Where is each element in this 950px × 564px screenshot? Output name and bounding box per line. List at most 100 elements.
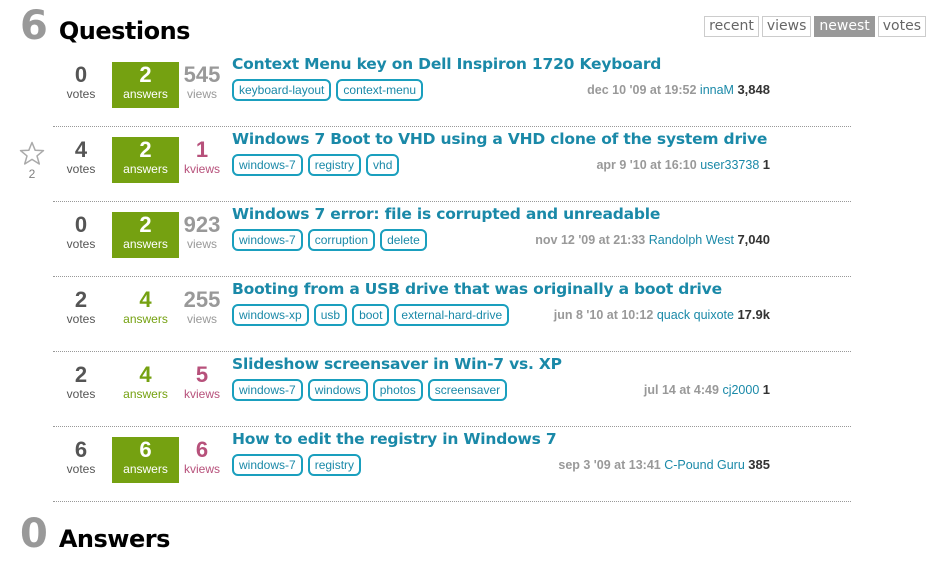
view-count: 6 kviews xyxy=(174,437,230,483)
tag[interactable]: corruption xyxy=(307,229,376,251)
question-meta: jul 14 at 4:49 cj2000 1 xyxy=(644,382,770,397)
vote-count: 0 votes xyxy=(53,212,109,258)
user-link[interactable]: innaM xyxy=(700,83,734,97)
tab-votes[interactable]: votes xyxy=(877,16,926,37)
answers-number: 6 xyxy=(139,437,152,462)
question-row: 2 votes 4 answers 5 kviews Slideshow scr… xyxy=(53,352,851,427)
answers-label: answers xyxy=(123,387,168,401)
vote-count: 0 votes xyxy=(53,62,109,108)
tag[interactable]: delete xyxy=(380,229,427,251)
answers-header: 0 Answers xyxy=(20,514,170,554)
tag[interactable]: usb xyxy=(313,304,348,326)
questions-header: 6 Questions xyxy=(20,6,190,46)
user-reputation: 1 xyxy=(762,157,770,172)
tab-recent[interactable]: recent xyxy=(704,16,759,37)
votes-number: 4 xyxy=(74,137,88,162)
tag[interactable]: keyboard-layout xyxy=(232,79,332,101)
views-label: views xyxy=(186,237,217,251)
question-title-link[interactable]: Slideshow screensaver in Win-7 vs. XP xyxy=(232,354,851,374)
user-reputation: 7,040 xyxy=(737,232,770,247)
answers-number: 2 xyxy=(139,62,152,87)
favorite-count: 2 xyxy=(28,167,36,181)
question-row: 2 votes 4 answers 255 views Booting from… xyxy=(53,277,851,352)
question-title-link[interactable]: Context Menu key on Dell Inspiron 1720 K… xyxy=(232,54,851,74)
answers-count: 0 xyxy=(20,511,48,557)
tag[interactable]: photos xyxy=(372,379,423,401)
answer-count: 6 answers xyxy=(112,437,179,483)
views-number: 1 xyxy=(195,137,209,162)
asked-time: apr 9 '10 at 16:10 xyxy=(596,158,697,172)
answer-count: 2 answers xyxy=(112,62,179,108)
user-link[interactable]: C-Pound Guru xyxy=(664,458,745,472)
tag[interactable]: context-menu xyxy=(336,79,424,101)
question-meta: dec 10 '09 at 19:52 innaM 3,848 xyxy=(587,82,770,97)
question-list: 0 votes 2 answers 545 views Context Menu… xyxy=(19,52,851,502)
tag[interactable]: vhd xyxy=(366,154,400,176)
sort-tabs: recent views newest votes xyxy=(704,16,926,37)
tag[interactable]: windows-7 xyxy=(232,229,303,251)
answers-number: 4 xyxy=(139,362,152,387)
question-row: 0 votes 2 answers 923 views Windows 7 er… xyxy=(53,202,851,277)
question-row: 6 votes 6 answers 6 kviews How to edit t… xyxy=(53,427,851,502)
tag[interactable]: windows-7 xyxy=(232,154,303,176)
vote-count: 2 votes xyxy=(53,287,109,333)
tag[interactable]: windows-7 xyxy=(232,379,303,401)
votes-label: votes xyxy=(66,462,96,476)
tag[interactable]: windows-7 xyxy=(232,454,303,476)
question-meta: sep 3 '09 at 13:41 C-Pound Guru 385 xyxy=(558,457,770,472)
tag[interactable]: external-hard-drive xyxy=(394,304,510,326)
view-count: 545 views xyxy=(174,62,230,108)
tag[interactable]: boot xyxy=(352,304,390,326)
tab-newest[interactable]: newest xyxy=(814,16,875,37)
user-link[interactable]: quack quixote xyxy=(657,308,734,322)
question-row: 0 votes 2 answers 545 views Context Menu… xyxy=(53,52,851,127)
vote-count: 6 votes xyxy=(53,437,109,483)
votes-label: votes xyxy=(66,237,96,251)
tag[interactable]: screensaver xyxy=(427,379,508,401)
user-link[interactable]: cj2000 xyxy=(722,383,759,397)
user-link[interactable]: Randolph West xyxy=(649,233,734,247)
asked-time: jul 14 at 4:49 xyxy=(643,383,719,397)
favorite[interactable]: 2 xyxy=(17,141,47,181)
question-title-link[interactable]: How to edit the registry in Windows 7 xyxy=(232,429,851,449)
views-number: 5 xyxy=(195,362,209,387)
views-label: views xyxy=(186,312,217,326)
question-meta: jun 8 '10 at 10:12 quack quixote 17.9k xyxy=(554,307,770,322)
votes-number: 0 xyxy=(74,62,88,87)
question-title-link[interactable]: Windows 7 error: file is corrupted and u… xyxy=(232,204,851,224)
answers-label: answers xyxy=(123,162,168,176)
tab-views[interactable]: views xyxy=(761,16,812,37)
views-number: 923 xyxy=(183,212,221,237)
questions-title: Questions xyxy=(58,17,191,45)
vote-count: 2 votes xyxy=(53,362,109,408)
view-count: 1 kviews xyxy=(174,137,230,183)
tag[interactable]: windows xyxy=(307,379,368,401)
user-link[interactable]: user33738 xyxy=(700,158,759,172)
question-row: 2 4 votes 2 answers 1 kviews Windows 7 B… xyxy=(19,127,851,202)
tag[interactable]: registry xyxy=(307,454,362,476)
views-label: kviews xyxy=(183,387,220,401)
questions-count: 6 xyxy=(20,3,48,49)
tag[interactable]: registry xyxy=(307,154,362,176)
votes-label: votes xyxy=(66,87,96,101)
user-reputation: 17.9k xyxy=(737,307,770,322)
answer-count: 4 answers xyxy=(112,362,179,408)
votes-label: votes xyxy=(66,387,96,401)
answers-label: answers xyxy=(123,312,168,326)
answer-count: 2 answers xyxy=(112,212,179,258)
question-title-link[interactable]: Windows 7 Boot to VHD using a VHD clone … xyxy=(232,129,851,149)
asked-time: sep 3 '09 at 13:41 xyxy=(558,458,661,472)
tag[interactable]: windows-xp xyxy=(232,304,309,326)
star-outline-icon[interactable] xyxy=(19,141,45,166)
user-reputation: 1 xyxy=(762,382,770,397)
votes-label: votes xyxy=(66,312,96,326)
question-title-link[interactable]: Booting from a USB drive that was origin… xyxy=(232,279,851,299)
question-meta: apr 9 '10 at 16:10 user33738 1 xyxy=(596,157,770,172)
votes-number: 0 xyxy=(74,212,88,237)
views-number: 255 xyxy=(183,287,221,312)
answers-label: answers xyxy=(123,237,168,251)
user-reputation: 3,848 xyxy=(737,82,770,97)
question-meta: nov 12 '09 at 21:33 Randolph West 7,040 xyxy=(535,232,770,247)
views-number: 545 xyxy=(183,62,221,87)
view-count: 5 kviews xyxy=(174,362,230,408)
